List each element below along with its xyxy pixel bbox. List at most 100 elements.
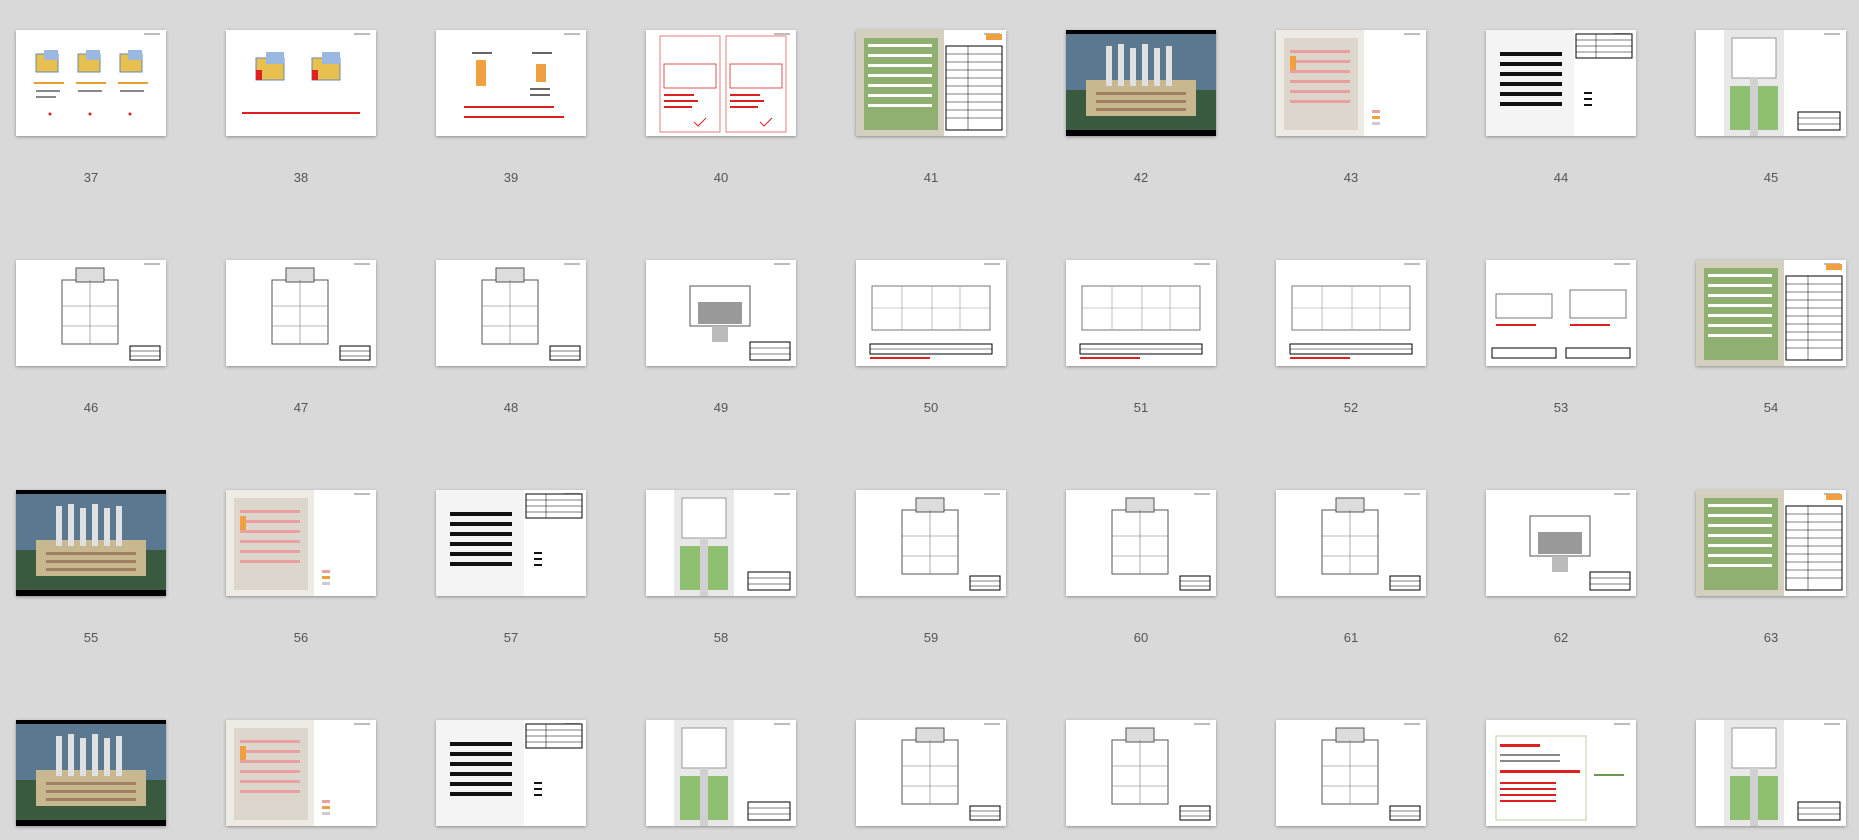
- diagram-orange-bars-icon: [436, 30, 586, 136]
- site-plan-with-table-icon: [856, 30, 1006, 136]
- aerial-render-icon: [16, 490, 166, 596]
- slide-thumbnail[interactable]: [646, 30, 796, 136]
- slide-number: 58: [713, 630, 729, 645]
- slide-thumbnail[interactable]: [1486, 720, 1636, 826]
- slide-number: 57: [503, 630, 519, 645]
- slide-thumbnail[interactable]: [1486, 30, 1636, 136]
- vertical-site-plan-icon: [1696, 30, 1846, 136]
- vertical-site-plan-icon: [646, 490, 796, 596]
- slide-thumbnail[interactable]: [436, 720, 586, 826]
- slide-thumbnail[interactable]: [856, 260, 1006, 366]
- floor-plan-icon: [1276, 720, 1426, 826]
- slide-thumbnail[interactable]: [1486, 260, 1636, 366]
- colored-site-plan-icon: [226, 490, 376, 596]
- slide-number: 41: [923, 170, 939, 185]
- slide-thumbnail[interactable]: [16, 30, 166, 136]
- slide-thumbnail[interactable]: [436, 260, 586, 366]
- slide-number: 56: [293, 630, 309, 645]
- slide-number: 42: [1133, 170, 1149, 185]
- slide-thumbnail[interactable]: [16, 260, 166, 366]
- black-site-plan-icon: [436, 720, 586, 826]
- floor-plan-icon: [1276, 490, 1426, 596]
- slide-thumbnail[interactable]: [436, 30, 586, 136]
- slide-number: 43: [1343, 170, 1359, 185]
- slide-number: 63: [1763, 630, 1779, 645]
- site-plan-with-table-icon: [1696, 260, 1846, 366]
- slide-number: 61: [1343, 630, 1359, 645]
- slide-thumbnail[interactable]: [226, 30, 376, 136]
- slide-thumbnail[interactable]: [856, 30, 1006, 136]
- floor-plan-icon: [856, 490, 1006, 596]
- slide-thumbnail[interactable]: [436, 490, 586, 596]
- slide-thumbnail[interactable]: [226, 260, 376, 366]
- slide-number: 62: [1553, 630, 1569, 645]
- slide-thumbnail[interactable]: [1276, 260, 1426, 366]
- slide-number: 46: [83, 400, 99, 415]
- slide-number: 51: [1133, 400, 1149, 415]
- slide-thumbnail[interactable]: [1696, 260, 1846, 366]
- floor-plan-icon: [1066, 490, 1216, 596]
- slide-number: 49: [713, 400, 729, 415]
- slide-number: 40: [713, 170, 729, 185]
- comparison-table-icon: [646, 30, 796, 136]
- floor-plan-icon: [436, 260, 586, 366]
- slide-number: 48: [503, 400, 519, 415]
- wide-floor-plan-icon: [1276, 260, 1426, 366]
- slide-sorter-grid: 37 38 39 40 41 42 43 44 45 46 47 48 49 50 51 52 53 54 55 56…: [0, 0, 1859, 840]
- wide-floor-plan-icon: [856, 260, 1006, 366]
- wide-floor-plan-icon: [1066, 260, 1216, 366]
- slide-thumbnail[interactable]: [1276, 720, 1426, 826]
- floor-plan-icon: [226, 260, 376, 366]
- slide-thumbnail[interactable]: [1066, 490, 1216, 596]
- slide-thumbnail[interactable]: [1696, 490, 1846, 596]
- vertical-site-plan-icon: [1696, 720, 1846, 826]
- slide-thumbnail[interactable]: [1276, 30, 1426, 136]
- black-site-plan-icon: [1486, 30, 1636, 136]
- floor-plan-icon: [1066, 720, 1216, 826]
- slide-thumbnail[interactable]: [226, 490, 376, 596]
- site-plan-with-table-icon: [1696, 490, 1846, 596]
- slide-number: 47: [293, 400, 309, 415]
- slide-thumbnail[interactable]: [226, 720, 376, 826]
- double-floor-plan-icon: [1486, 260, 1636, 366]
- black-site-plan-icon: [436, 490, 586, 596]
- slide-thumbnail[interactable]: [1276, 490, 1426, 596]
- slide-thumbnail[interactable]: [1066, 30, 1216, 136]
- slide-number: 55: [83, 630, 99, 645]
- slide-thumbnail[interactable]: [646, 490, 796, 596]
- slide-thumbnail[interactable]: [1066, 720, 1216, 826]
- slide-thumbnail[interactable]: [16, 720, 166, 826]
- slide-number: 53: [1553, 400, 1569, 415]
- aerial-render-icon: [16, 720, 166, 826]
- slide-number: 38: [293, 170, 309, 185]
- floor-plan-icon: [856, 720, 1006, 826]
- slide-number: 54: [1763, 400, 1779, 415]
- vertical-site-plan-icon: [646, 720, 796, 826]
- slide-number: 45: [1763, 170, 1779, 185]
- slide-number: 37: [83, 170, 99, 185]
- text-slide-icon: [1486, 720, 1636, 826]
- slide-number: 59: [923, 630, 939, 645]
- slide-number: 44: [1553, 170, 1569, 185]
- colored-site-plan-icon: [226, 720, 376, 826]
- slide-thumbnail[interactable]: [1486, 490, 1636, 596]
- floor-plan-icon: [16, 260, 166, 366]
- floor-plan-gray-icon: [646, 260, 796, 366]
- slide-number: 52: [1343, 400, 1359, 415]
- slide-thumbnail[interactable]: [856, 490, 1006, 596]
- diagram-blocks-icon: [16, 30, 166, 136]
- slide-thumbnail[interactable]: [16, 490, 166, 596]
- slide-thumbnail[interactable]: [1696, 720, 1846, 826]
- floor-plan-gray-icon: [1486, 490, 1636, 596]
- slide-thumbnail[interactable]: [1696, 30, 1846, 136]
- slide-number: 60: [1133, 630, 1149, 645]
- slide-number: 39: [503, 170, 519, 185]
- slide-number: 50: [923, 400, 939, 415]
- slide-thumbnail[interactable]: [1066, 260, 1216, 366]
- colored-site-plan-icon: [1276, 30, 1426, 136]
- slide-thumbnail[interactable]: [856, 720, 1006, 826]
- slide-thumbnail[interactable]: [646, 260, 796, 366]
- diagram-two-blocks-icon: [226, 30, 376, 136]
- aerial-render-icon: [1066, 30, 1216, 136]
- slide-thumbnail[interactable]: [646, 720, 796, 826]
